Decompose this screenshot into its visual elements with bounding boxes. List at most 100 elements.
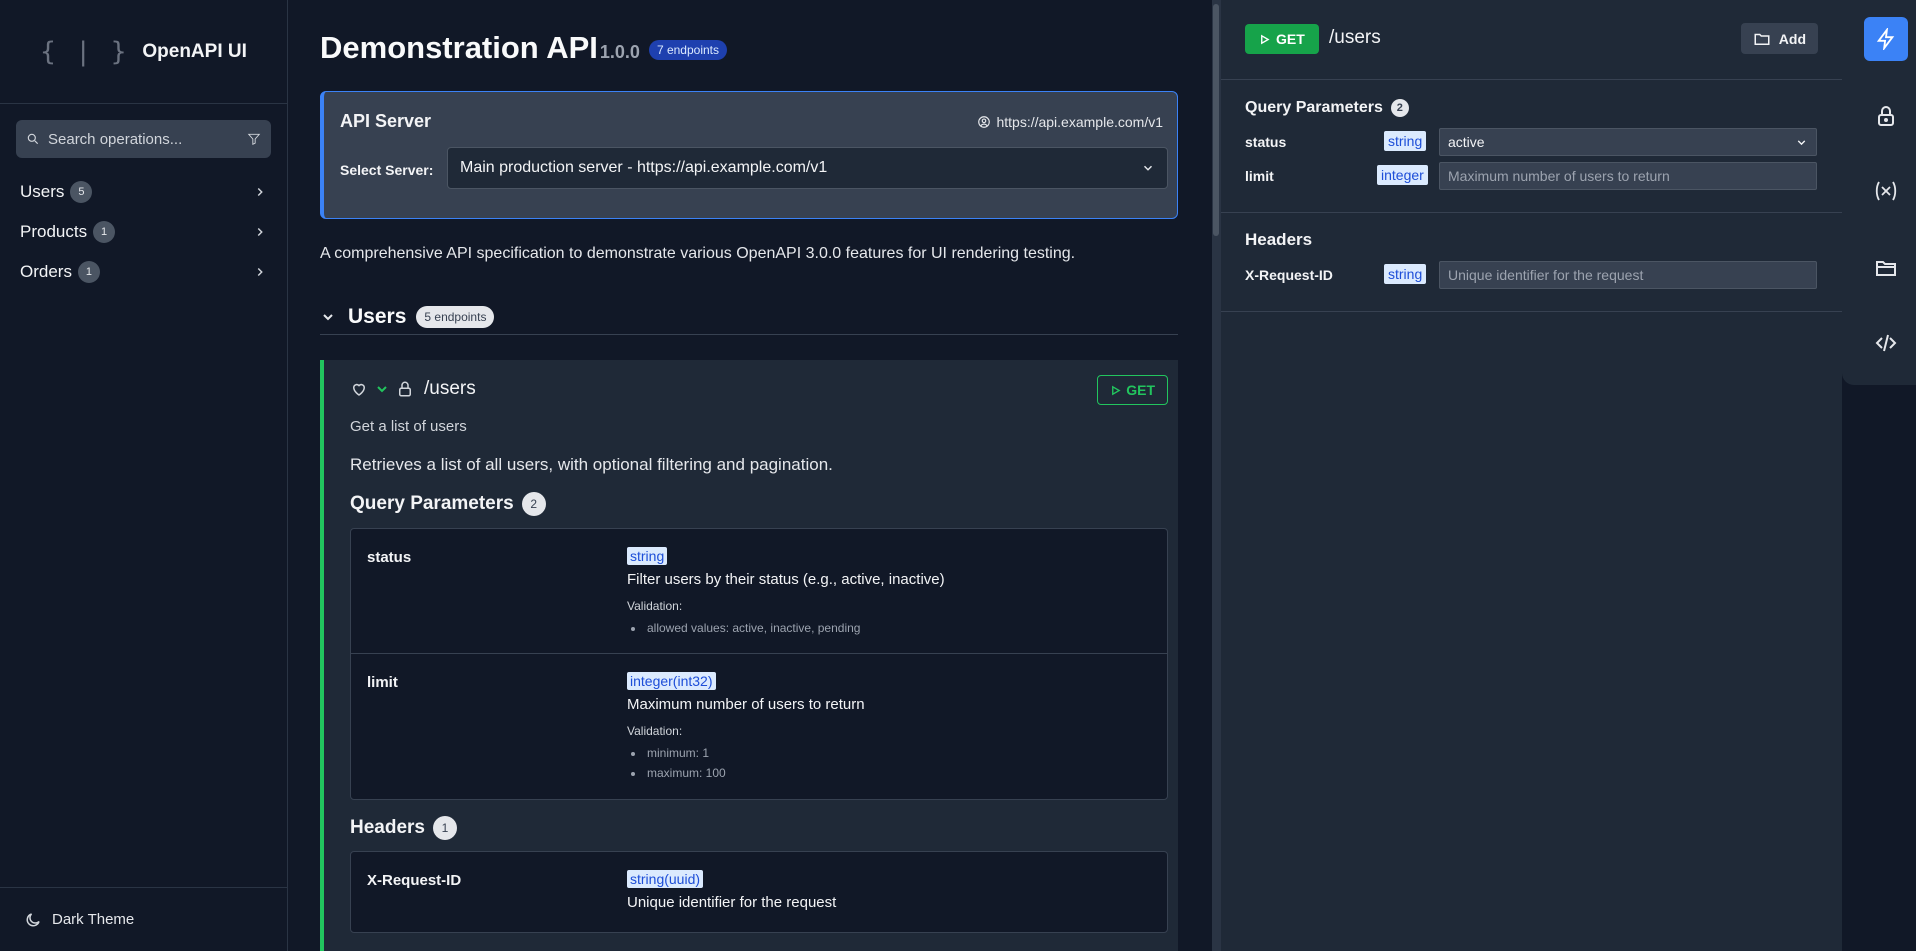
lock-icon [1878, 106, 1894, 126]
filter-icon[interactable] [247, 129, 261, 149]
limit-input[interactable] [1448, 168, 1808, 184]
param-name: status [1245, 134, 1287, 150]
chevron-down-icon [1143, 165, 1153, 171]
add-label: Add [1778, 30, 1806, 47]
param-name: status [367, 549, 412, 566]
server-url: https://api.example.com/v1 [977, 114, 1163, 130]
request-panel: GET /users Add Query Parameters 2 status… [1220, 0, 1842, 951]
search-box [16, 120, 271, 158]
play-icon [1261, 34, 1270, 44]
param-type: string [627, 547, 668, 565]
chevron-down-icon[interactable] [374, 381, 390, 397]
status-select[interactable]: active [1439, 128, 1817, 156]
variable-icon [1875, 181, 1897, 201]
try-get-button[interactable]: GET [1097, 375, 1168, 405]
sidebar-item-orders[interactable]: Orders 1 [0, 252, 287, 292]
request-id-input-wrapper [1439, 261, 1817, 289]
request-query-params: Query Parameters 2 status string active … [1221, 80, 1842, 213]
lightning-icon [1876, 28, 1895, 50]
sidebar: { | } OpenAPI UI Users 5 Products 1 Orde… [0, 0, 288, 951]
search-input[interactable] [48, 130, 247, 148]
app-name: OpenAPI UI [142, 40, 247, 62]
param-name: limit [1245, 168, 1274, 184]
tool-rail [1842, 0, 1916, 385]
operation-summary: Get a list of users [350, 418, 467, 435]
query-params-header: Query Parameters 2 [350, 492, 546, 516]
headers-title: Headers [350, 817, 425, 838]
table-row: limit integer(int32) Maximum number of u… [351, 654, 1167, 799]
api-description: A comprehensive API specification to dem… [320, 245, 1076, 262]
braces-icon: { | } [40, 36, 129, 67]
section-header-users[interactable]: Users 5 endpoints [320, 299, 1178, 335]
method-label: GET [1276, 31, 1305, 47]
validation-rule: maximum: 100 [645, 763, 726, 783]
sidebar-item-products[interactable]: Products 1 [0, 212, 287, 252]
scrollbar-thumb[interactable] [1213, 4, 1219, 236]
sidebar-item-users[interactable]: Users 5 [0, 172, 287, 212]
server-title: API Server [340, 111, 432, 131]
chevron-right-icon [257, 267, 263, 277]
logo: { | } OpenAPI UI [0, 0, 287, 104]
request-path: /users [1329, 27, 1381, 48]
server-url-text: https://api.example.com/v1 [996, 114, 1163, 130]
sidebar-item-count: 1 [77, 261, 100, 283]
method-label: GET [1126, 382, 1155, 398]
sidebar-item-count: 1 [93, 221, 116, 243]
lock-icon [399, 381, 411, 397]
validation-list: allowed values: active, inactive, pendin… [645, 618, 860, 638]
rail-auth-button[interactable] [1864, 94, 1908, 138]
operation-path: /users [424, 378, 476, 399]
operation-description: Retrieves a list of all users, with opti… [350, 455, 833, 474]
param-type: string [1384, 131, 1427, 151]
heart-icon[interactable] [350, 380, 368, 398]
operation-card: /users GET Get a list of users Retrieves… [320, 360, 1178, 951]
folder-icon [1876, 261, 1896, 276]
query-params-table: status string Filter users by their stat… [350, 528, 1168, 800]
request-id-input[interactable] [1448, 267, 1808, 283]
sidebar-item-label: Orders [20, 262, 72, 281]
folder-icon [1754, 33, 1770, 45]
param-name: limit [367, 674, 398, 691]
chevron-down-icon[interactable] [320, 309, 336, 325]
main-scrollbar[interactable] [1212, 0, 1220, 951]
validation-rule: allowed values: active, inactive, pendin… [645, 618, 860, 638]
add-to-collection-button[interactable]: Add [1740, 23, 1818, 54]
api-version: 1.0.0 [599, 42, 640, 62]
validation-label: Validation: [627, 599, 683, 613]
rail-collections-button[interactable] [1864, 246, 1908, 290]
section-title: Users [348, 304, 407, 328]
param-description: Filter users by their status (e.g., acti… [627, 571, 945, 588]
headers-table: X-Request-ID string(uuid) Unique identif… [350, 851, 1168, 933]
theme-toggle[interactable]: Dark Theme [0, 887, 287, 951]
sidebar-item-count: 5 [70, 181, 93, 203]
server-select[interactable]: Main production server - https://api.exa… [447, 147, 1168, 189]
param-type: integer [1377, 165, 1428, 185]
header-type: string(uuid) [627, 870, 704, 888]
theme-label: Dark Theme [52, 911, 135, 928]
sidebar-nav: Users 5 Products 1 Orders 1 [0, 172, 287, 292]
rail-request-button[interactable] [1864, 17, 1908, 61]
table-row: status string Filter users by their stat… [351, 529, 1167, 654]
chevron-right-icon [257, 187, 263, 197]
play-icon [1112, 385, 1121, 395]
page-title: Demonstration API [320, 30, 598, 65]
operation-header: /users [350, 378, 476, 400]
validation-list: minimum: 1 maximum: 100 [645, 743, 726, 783]
rail-code-button[interactable] [1864, 321, 1908, 365]
server-panel: API Server https://api.example.com/v1 Se… [320, 91, 1178, 219]
limit-input-wrapper [1439, 162, 1817, 190]
headers-header: Headers 1 [350, 816, 457, 840]
send-request-button[interactable]: GET [1245, 24, 1319, 54]
chevron-right-icon [257, 227, 263, 237]
server-select-label: Select Server: [340, 162, 434, 178]
section-badge: 5 endpoints [416, 305, 495, 328]
rail-variables-button[interactable] [1864, 169, 1908, 213]
sidebar-item-label: Products [20, 222, 88, 241]
query-params-title: Query Parameters [350, 493, 514, 514]
header-description: Unique identifier for the request [627, 894, 837, 911]
table-row: X-Request-ID string(uuid) Unique identif… [351, 852, 1167, 932]
app: { | } OpenAPI UI Users 5 Products 1 Orde… [0, 0, 1916, 951]
user-circle-icon [978, 116, 991, 128]
param-description: Maximum number of users to return [627, 696, 865, 713]
param-type: integer(int32) [627, 672, 716, 690]
